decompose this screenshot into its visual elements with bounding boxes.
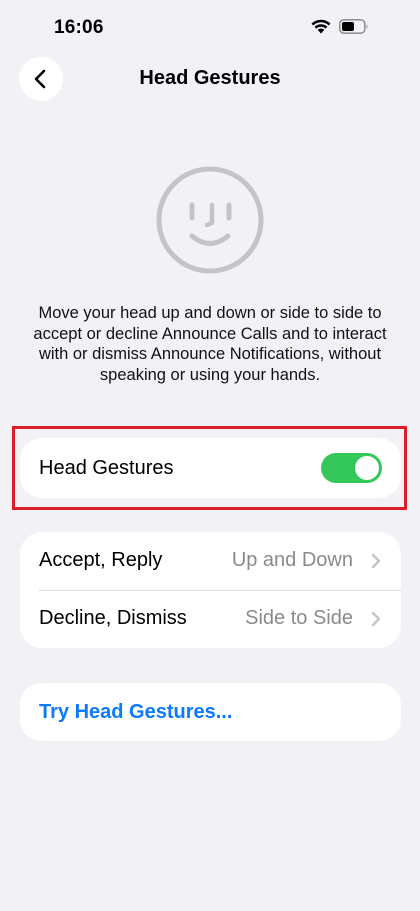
toggle-label: Head Gestures — [39, 457, 174, 479]
row-value: Side to Side — [245, 607, 353, 629]
chevron-right-icon — [371, 611, 381, 627]
accept-reply-row[interactable]: Accept, Reply Up and Down — [20, 532, 401, 591]
row-label: Decline, Dismiss — [39, 607, 187, 629]
face-icon — [156, 166, 264, 274]
try-head-gestures-button[interactable]: Try Head Gestures... — [20, 683, 401, 741]
page-title: Head Gestures — [139, 67, 281, 89]
head-gestures-toggle-row[interactable]: Head Gestures — [20, 438, 401, 498]
screen: 16:06 Head Gestures Move your head up an… — [0, 0, 420, 911]
description-text: Move your head up and down or side to si… — [33, 304, 387, 384]
wifi-icon — [311, 19, 331, 34]
head-gestures-switch[interactable] — [321, 453, 382, 483]
row-label: Accept, Reply — [39, 549, 163, 571]
try-head-gestures-label: Try Head Gestures... — [39, 701, 233, 723]
battery-icon — [339, 19, 368, 34]
chevron-right-icon — [371, 553, 381, 569]
switch-knob — [355, 456, 379, 480]
row-value: Up and Down — [231, 549, 353, 571]
status-time: 16:06 — [54, 17, 104, 38]
status-bar: 16:06 — [0, 0, 420, 54]
gesture-settings-list: Accept, Reply Up and Down Decline, Dismi… — [20, 532, 401, 648]
decline-dismiss-row[interactable]: Decline, Dismiss Side to Side — [20, 590, 401, 648]
